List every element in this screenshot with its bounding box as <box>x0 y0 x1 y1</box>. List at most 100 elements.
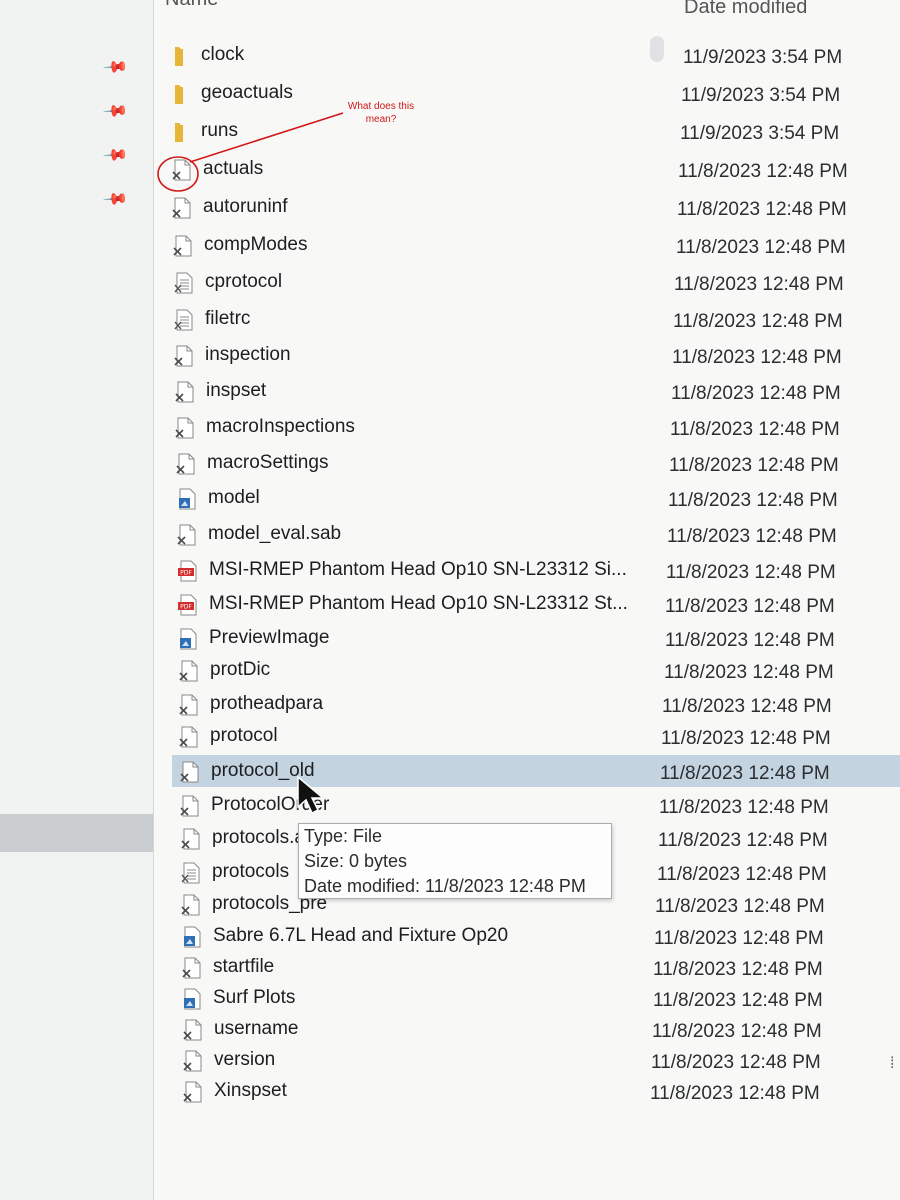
file-date-modified: 11/8/2023 12:48 PM <box>676 237 846 258</box>
file-name[interactable]: actuals <box>203 158 263 180</box>
file-row[interactable]: inspection 11/8/2023 12:48 PM <box>165 339 900 371</box>
file-row[interactable]: protocol 11/8/2023 12:48 PM <box>165 720 900 752</box>
generic-file-icon <box>182 1049 204 1073</box>
generic-file-icon <box>178 693 200 717</box>
file-date-modified: 11/8/2023 12:48 PM <box>674 274 844 295</box>
file-row[interactable]: inspset 11/8/2023 12:48 PM <box>165 375 900 407</box>
text-file-icon <box>173 271 195 295</box>
file-name[interactable]: clock <box>201 44 244 66</box>
file-row[interactable]: macroInspections 11/8/2023 12:48 PM <box>165 411 900 443</box>
file-date-modified: 11/8/2023 12:48 PM <box>669 455 839 476</box>
file-row[interactable]: model_eval.sab 11/8/2023 12:48 PM <box>165 518 900 550</box>
generic-file-icon <box>175 452 197 476</box>
file-tooltip: Type: File Size: 0 bytes Date modified: … <box>298 823 612 899</box>
file-row[interactable]: model 11/8/2023 12:48 PM <box>165 482 900 514</box>
file-name[interactable]: protocols <box>212 861 289 883</box>
tooltip-size: Size: 0 bytes <box>304 851 408 871</box>
file-row[interactable]: cprotocol 11/8/2023 12:48 PM <box>165 266 900 298</box>
image-file-icon <box>177 627 199 651</box>
file-name[interactable]: PreviewImage <box>209 627 329 649</box>
file-row[interactable]: compModes 11/8/2023 12:48 PM <box>165 229 900 261</box>
file-name[interactable]: geoactuals <box>201 82 293 104</box>
file-name[interactable]: inspset <box>206 380 266 402</box>
generic-file-icon <box>178 659 200 683</box>
file-name[interactable]: autoruninf <box>203 196 288 218</box>
file-date-modified: 11/8/2023 12:48 PM <box>672 347 842 368</box>
file-name[interactable]: model <box>208 487 260 509</box>
file-date-modified: 11/8/2023 12:48 PM <box>655 896 825 917</box>
file-name[interactable]: macroInspections <box>206 416 355 438</box>
file-name[interactable]: startfile <box>213 956 274 978</box>
file-row[interactable]: version 11/8/2023 12:48 PM <box>165 1044 900 1076</box>
navigation-pane-selected-item[interactable] <box>0 814 153 852</box>
file-row[interactable]: Sabre 6.7L Head and Fixture Op20 11/8/202… <box>165 920 900 952</box>
file-row[interactable]: ProtocolOrder 11/8/2023 12:48 PM <box>165 789 900 821</box>
file-name[interactable]: macroSettings <box>207 452 328 474</box>
tooltip-date: Date modified: 11/8/2023 12:48 PM <box>304 876 586 896</box>
file-name[interactable]: protheadpara <box>210 693 323 715</box>
file-date-modified: 11/8/2023 12:48 PM <box>662 696 832 717</box>
file-name[interactable]: username <box>214 1018 299 1040</box>
pin-icon[interactable]: 📌 <box>100 185 131 216</box>
file-row[interactable]: PDF MSI-RMEP Phantom Head Op10 SN-L23312 … <box>165 554 900 586</box>
generic-file-icon <box>174 380 196 404</box>
column-header-name[interactable]: Name <box>165 0 218 11</box>
file-row[interactable]: username 11/8/2023 12:48 PM <box>165 1013 900 1045</box>
file-row[interactable]: Surf Plots 11/8/2023 12:48 PM <box>165 982 900 1014</box>
file-date-modified: 11/8/2023 12:48 PM <box>661 728 831 749</box>
pin-icon[interactable]: 📌 <box>100 141 131 172</box>
file-name[interactable]: model_eval.sab <box>208 523 341 545</box>
file-name[interactable]: MSI-RMEP Phantom Head Op10 SN-L23312 St.… <box>209 593 628 615</box>
file-date-modified: 11/8/2023 12:48 PM <box>659 797 829 818</box>
file-row[interactable]: PDF MSI-RMEP Phantom Head Op10 SN-L23312 … <box>165 588 900 620</box>
file-row[interactable]: runs 11/9/2023 3:54 PM <box>165 115 900 147</box>
file-date-modified: 11/8/2023 12:48 PM <box>660 763 830 784</box>
image-file-icon <box>176 487 198 511</box>
file-row-selected[interactable]: protocol_old 11/8/2023 12:48 PM <box>172 755 900 787</box>
generic-file-icon <box>171 196 193 220</box>
generic-file-icon <box>179 760 201 784</box>
file-date-modified: 11/8/2023 12:48 PM <box>666 562 836 583</box>
file-row[interactable]: clock 11/9/2023 3:54 PM <box>165 39 900 71</box>
file-name[interactable]: runs <box>201 120 238 142</box>
image-file-icon <box>181 987 203 1011</box>
file-row[interactable]: geoactuals 11/9/2023 3:54 PM <box>165 77 900 109</box>
file-row[interactable]: protDic 11/8/2023 12:48 PM <box>165 654 900 686</box>
generic-file-icon <box>173 344 195 368</box>
file-name[interactable]: protDic <box>210 659 270 681</box>
file-name[interactable]: protocol <box>210 725 278 747</box>
file-name[interactable]: compModes <box>204 234 308 256</box>
file-row[interactable]: macroSettings 11/8/2023 12:48 PM <box>165 447 900 479</box>
navigation-pane: 📌 📌 📌 📌 <box>0 0 154 1200</box>
file-date-modified: 11/8/2023 12:48 PM <box>664 662 834 683</box>
file-date-modified: 11/9/2023 3:54 PM <box>681 85 841 106</box>
pin-icon[interactable]: 📌 <box>100 53 131 84</box>
file-name[interactable]: inspection <box>205 344 291 366</box>
file-row[interactable]: startfile 11/8/2023 12:48 PM <box>165 951 900 983</box>
file-name[interactable]: version <box>214 1049 275 1071</box>
image-file-icon <box>181 925 203 949</box>
file-date-modified: 11/8/2023 12:48 PM <box>650 1083 820 1104</box>
file-name[interactable]: MSI-RMEP Phantom Head Op10 SN-L23312 Si.… <box>209 559 627 581</box>
file-name[interactable]: Sabre 6.7L Head and Fixture Op20 <box>213 925 508 947</box>
file-name[interactable]: Xinspset <box>214 1080 287 1102</box>
file-row[interactable]: Xinspset 11/8/2023 12:48 PM <box>165 1075 900 1107</box>
file-name[interactable]: cprotocol <box>205 271 282 293</box>
annotation-note: What does this mean? <box>347 101 415 125</box>
file-date-modified: 11/8/2023 12:48 PM <box>657 864 827 885</box>
file-row[interactable]: filetrc 11/8/2023 12:48 PM <box>165 303 900 335</box>
file-row[interactable]: PreviewImage 11/8/2023 12:48 PM <box>165 622 900 654</box>
file-date-modified: 11/8/2023 12:48 PM <box>654 928 824 949</box>
file-row[interactable]: autoruninf 11/8/2023 12:48 PM <box>165 191 900 223</box>
file-row[interactable]: protheadpara 11/8/2023 12:48 PM <box>165 688 900 720</box>
column-header-date-modified[interactable]: Date modified <box>684 0 807 19</box>
mouse-cursor-icon <box>297 775 326 815</box>
file-name[interactable]: Surf Plots <box>213 987 295 1009</box>
file-date-modified: 11/8/2023 12:48 PM <box>673 311 843 332</box>
generic-file-icon <box>182 1080 204 1104</box>
pin-icon[interactable]: 📌 <box>100 97 131 128</box>
file-name[interactable]: filetrc <box>205 308 250 330</box>
file-name[interactable]: protocols.a <box>212 827 305 849</box>
file-row[interactable]: actuals 11/8/2023 12:48 PM <box>165 153 900 185</box>
generic-file-icon <box>174 416 196 440</box>
